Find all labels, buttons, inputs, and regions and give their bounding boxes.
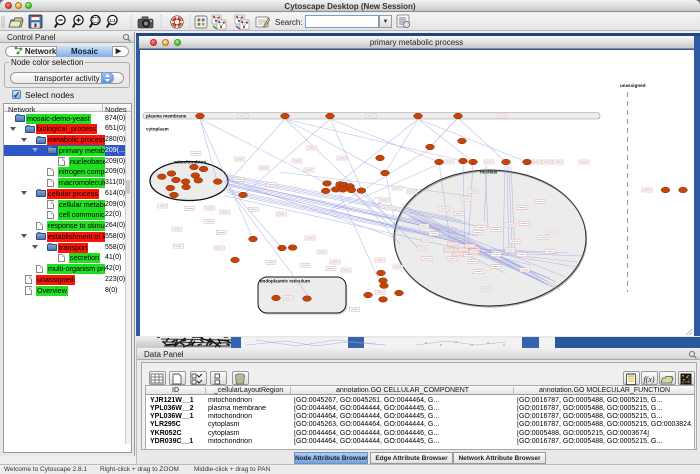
svg-text:nucleus: nucleus: [480, 170, 498, 175]
svg-text:endoplasmic reticulum: endoplasmic reticulum: [260, 279, 310, 284]
svg-text:plasma membrane: plasma membrane: [146, 114, 187, 119]
svg-text:1:1: 1:1: [109, 18, 116, 23]
svg-text:mitochondrion: mitochondrion: [174, 160, 206, 165]
svg-text:f(x): f(x): [643, 375, 654, 384]
svg-text:unassigned: unassigned: [620, 83, 646, 88]
svg-text:cytoplasm: cytoplasm: [146, 127, 169, 132]
